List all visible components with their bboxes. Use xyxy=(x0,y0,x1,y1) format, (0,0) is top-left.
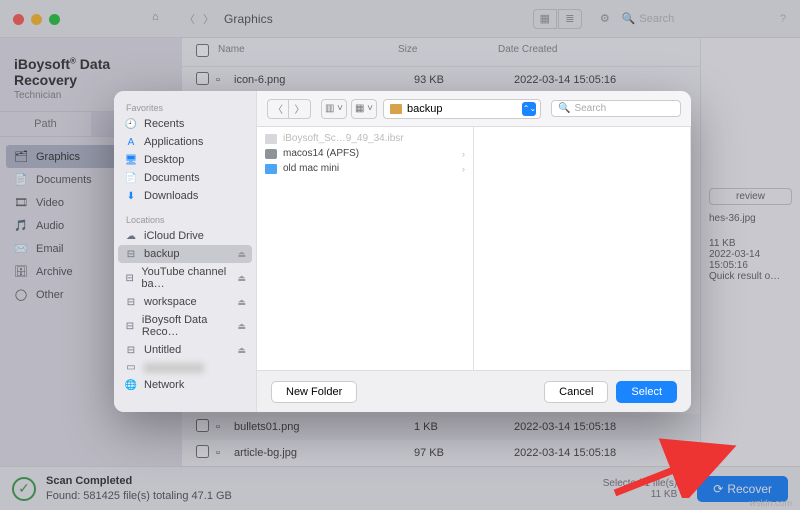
search-icon: 🔍 xyxy=(558,103,570,114)
favorites-label: Favorites xyxy=(114,99,256,115)
folder-picker-dialog: Favorites 🕘Recents AApplications 🖥Deskto… xyxy=(114,91,691,412)
sidebar-iboysoft[interactable]: ⊟iBoysoft Data Reco…⏏ xyxy=(114,311,256,341)
chevron-right-icon: › xyxy=(462,149,465,159)
disk-icon: ⊟ xyxy=(124,297,138,308)
file-item[interactable]: iBoysoft_Sc…9_49_34.ibsr xyxy=(257,131,473,146)
file-item[interactable]: macos14 (APFS)› xyxy=(257,146,473,161)
chevron-right-icon: › xyxy=(462,164,465,174)
nav-back[interactable]: 〈 xyxy=(267,99,289,119)
eject-icon[interactable]: ⏏ xyxy=(237,297,246,308)
dialog-toolbar: 〈 〉 ▥ ˅ ▦ ˅ backup ⌃⌄ 🔍 Search xyxy=(257,91,691,127)
file-icon xyxy=(265,134,277,144)
documents-icon: 📄 xyxy=(124,173,138,184)
disk-icon: ⊟ xyxy=(124,345,138,356)
desktop-icon: 🖥 xyxy=(124,155,138,166)
cloud-icon: ☁ xyxy=(124,231,138,242)
network-icon: 🌐 xyxy=(124,380,138,391)
sidebar-downloads[interactable]: ⬇Downloads xyxy=(114,187,256,205)
file-item[interactable]: old mac mini› xyxy=(257,161,473,176)
eject-icon[interactable]: ⏏ xyxy=(237,345,246,356)
dialog-search[interactable]: 🔍 Search xyxy=(551,100,681,117)
disk-icon xyxy=(265,149,277,159)
disk-icon: ⊟ xyxy=(124,249,138,260)
column-view[interactable]: ▥ ˅ xyxy=(321,99,347,119)
sidebar-youtube[interactable]: ⊟YouTube channel ba…⏏ xyxy=(114,263,256,293)
sidebar-icloud[interactable]: ☁iCloud Drive xyxy=(114,227,256,245)
apps-icon: A xyxy=(124,137,138,148)
location-popup[interactable]: backup ⌃⌄ xyxy=(383,99,541,119)
sidebar-network[interactable]: 🌐Network xyxy=(114,376,256,394)
group-menu[interactable]: ▦ ˅ xyxy=(351,99,377,119)
sidebar-blurred[interactable]: ▭ xyxy=(114,359,256,376)
chevron-updown-icon: ⌃⌄ xyxy=(522,102,536,116)
clock-icon: 🕘 xyxy=(124,119,138,130)
eject-icon[interactable]: ⏏ xyxy=(237,249,246,260)
disk-icon: ⊟ xyxy=(124,273,135,284)
sidebar-desktop[interactable]: 🖥Desktop xyxy=(114,151,256,169)
column-browser: iBoysoft_Sc…9_49_34.ibsr macos14 (APFS)›… xyxy=(257,127,691,370)
locations-label: Locations xyxy=(114,211,256,227)
downloads-icon: ⬇ xyxy=(124,191,138,202)
sidebar-workspace[interactable]: ⊟workspace⏏ xyxy=(114,293,256,311)
sidebar-recents[interactable]: 🕘Recents xyxy=(114,115,256,133)
eject-icon[interactable]: ⏏ xyxy=(237,321,246,332)
select-button[interactable]: Select xyxy=(616,381,677,403)
dialog-footer: New Folder Cancel Select xyxy=(257,370,691,412)
folder-icon xyxy=(390,104,402,114)
disk-icon: ⊟ xyxy=(124,321,136,332)
new-folder-button[interactable]: New Folder xyxy=(271,381,357,403)
monitor-icon: ▭ xyxy=(124,362,138,373)
watermark: wsldn.com xyxy=(749,498,792,508)
finder-sidebar: Favorites 🕘Recents AApplications 🖥Deskto… xyxy=(114,91,257,412)
sidebar-documents[interactable]: 📄Documents xyxy=(114,169,256,187)
eject-icon[interactable]: ⏏ xyxy=(237,273,246,284)
sidebar-applications[interactable]: AApplications xyxy=(114,133,256,151)
sidebar-backup[interactable]: ⊟backup⏏ xyxy=(118,245,252,263)
folder-icon xyxy=(265,164,277,174)
nav-forward[interactable]: 〉 xyxy=(289,99,311,119)
cancel-button[interactable]: Cancel xyxy=(544,381,608,403)
sidebar-untitled[interactable]: ⊟Untitled⏏ xyxy=(114,341,256,359)
